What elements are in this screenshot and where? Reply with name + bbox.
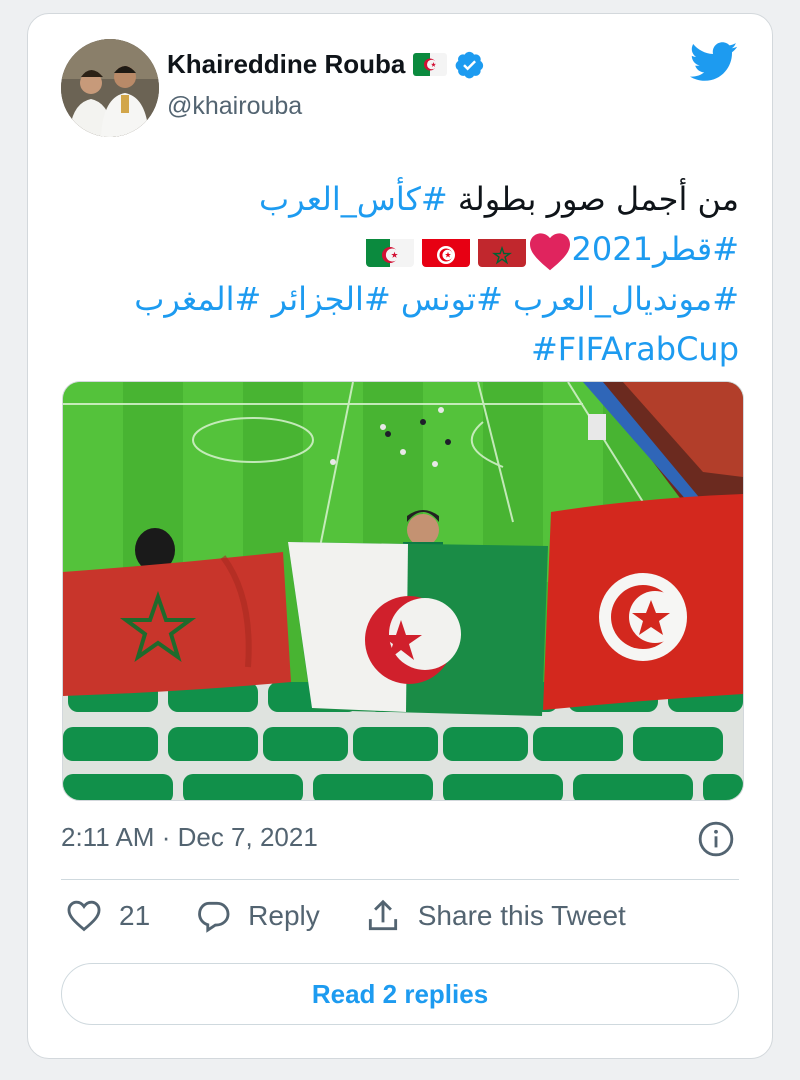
author-row: Khaireddine Rouba (167, 49, 485, 80)
twitter-logo-icon[interactable] (690, 42, 738, 82)
like-button[interactable]: 21 (65, 897, 150, 935)
hashtag-link[interactable]: #كأس_العرب (259, 180, 448, 218)
hashtag-fifarabcup[interactable]: #FIFArabCup (79, 324, 739, 374)
reply-bubble-icon (198, 901, 230, 933)
user-handle[interactable]: @khairouba (167, 92, 302, 121)
divider (61, 879, 739, 880)
tweet-line-3-hashtags[interactable]: #مونديال_العرب #تونس #الجزائر #المغرب (79, 274, 739, 324)
share-button[interactable]: Share this Tweet (364, 897, 626, 935)
tunisia-flag-icon (421, 235, 470, 267)
heart-outline-icon (67, 900, 101, 932)
morocco-flag-icon (477, 235, 526, 267)
reply-label: Reply (248, 900, 320, 931)
tweet-line-1: من أجمل صور بطولة #كأس_العرب (79, 174, 739, 224)
tweet-text-segment: من أجمل صور بطولة (447, 180, 739, 218)
tweet-actions: 21 Reply Share this Tweet (65, 897, 670, 935)
tweet-date: Dec 7, 2021 (177, 822, 318, 852)
tweet-line-2: #قطر2021 (79, 224, 739, 274)
heart-emoji-icon (528, 231, 572, 271)
like-count: 21 (119, 900, 151, 931)
timestamp-separator: · (154, 822, 178, 852)
info-icon[interactable] (697, 820, 735, 858)
reply-button[interactable]: Reply (194, 897, 320, 935)
hashtag-link[interactable]: #قطر2021 (572, 230, 739, 268)
avatar[interactable] (61, 39, 159, 137)
read-replies-button[interactable]: Read 2 replies (61, 963, 739, 1025)
display-name[interactable]: Khaireddine Rouba (167, 49, 405, 80)
tweet-text: من أجمل صور بطولة #كأس_العرب #قطر2021 #م… (79, 174, 739, 374)
algeria-flag-icon (413, 53, 448, 76)
tweet-time: 2:11 AM (61, 822, 155, 852)
share-icon (368, 899, 397, 931)
verified-badge-icon (455, 51, 484, 78)
share-label: Share this Tweet (417, 900, 626, 931)
tweet-card[interactable]: Khaireddine Rouba @khairouba من أجمل صور… (27, 13, 773, 1059)
tweet-timestamp[interactable]: 2:11 AM · Dec 7, 2021 (61, 822, 318, 853)
tweet-photo[interactable] (62, 381, 744, 801)
algeria-flag-emoji-icon (365, 235, 414, 267)
